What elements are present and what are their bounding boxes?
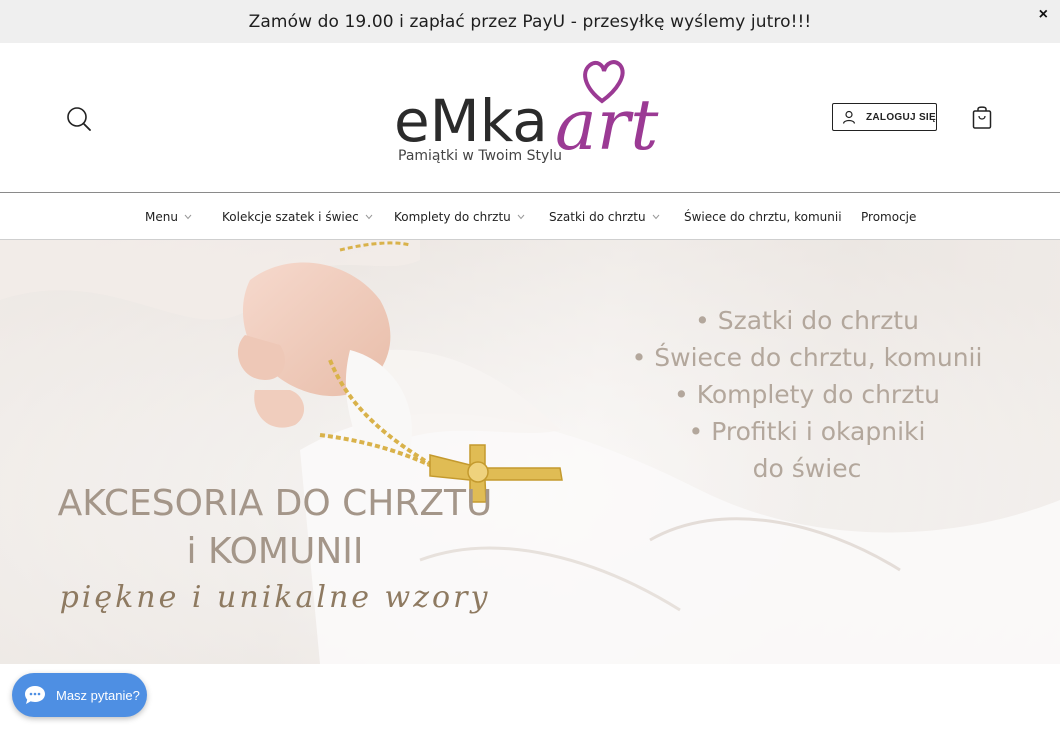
announcement-text: Zamów do 19.00 i zapłać przez PayU - prz… xyxy=(248,11,812,32)
hero-title: AKCESORIA DO CHRZTU i KOMUNII xyxy=(30,480,520,576)
login-button[interactable]: ZALOGUJ SIĘ xyxy=(832,103,937,131)
nav-item-komplety[interactable]: Komplety do chrztu xyxy=(394,193,525,240)
nav-item-label: Komplety do chrztu xyxy=(394,209,511,224)
nav-item-label: Szatki do chrztu xyxy=(549,209,646,224)
site-header: eMka art Pamiątki w Twoim Stylu ZALOGUJ … xyxy=(0,43,1060,192)
login-label: ZALOGUJ SIĘ xyxy=(866,111,936,123)
hero-list-item: • Komplety do chrztu xyxy=(674,380,940,409)
nav-item-label: Menu xyxy=(145,209,178,224)
hero-banner[interactable]: • Szatki do chrztu • Świece do chrztu, k… xyxy=(0,240,1060,664)
nav-item-label: Świece do chrztu, komunii xyxy=(684,209,842,224)
hero-list-item: • Profitki i okapniki xyxy=(688,417,926,446)
site-logo[interactable]: eMka art Pamiątki w Twoim Stylu xyxy=(390,53,670,183)
hero-product-list: • Szatki do chrztu • Świece do chrztu, k… xyxy=(600,302,1014,487)
nav-item-szatki[interactable]: Szatki do chrztu xyxy=(549,193,660,240)
nav-item-label: Promocje xyxy=(861,209,917,224)
hero-title-line1: AKCESORIA DO CHRZTU xyxy=(57,483,493,524)
hero-list-item: • Szatki do chrztu xyxy=(695,306,919,335)
hero-script-tagline: piękne i unikalne wzory xyxy=(59,580,491,615)
close-icon[interactable]: × xyxy=(1039,6,1048,24)
chevron-down-icon xyxy=(517,214,525,219)
chat-button[interactable]: Masz pytanie? xyxy=(12,673,147,717)
nav-item-menu[interactable]: Menu xyxy=(145,193,192,240)
chat-label: Masz pytanie? xyxy=(56,687,140,703)
search-icon[interactable] xyxy=(66,106,92,132)
hero-list-item: • Świece do chrztu, komunii xyxy=(631,343,983,372)
logo-tagline: Pamiątki w Twoim Stylu xyxy=(398,148,562,164)
nav-item-promocje[interactable]: Promocje xyxy=(861,193,916,240)
nav-item-swiece[interactable]: Świece do chrztu, komunii xyxy=(684,193,842,240)
logo-brand-part1: eMka xyxy=(394,87,548,155)
chevron-down-icon xyxy=(652,214,659,219)
main-navigation: Menu Kolekcje szatek i świec Komplety do… xyxy=(0,192,1060,240)
user-icon xyxy=(842,110,856,124)
nav-item-kolekcje[interactable]: Kolekcje szatek i świec xyxy=(222,193,373,240)
chevron-down-icon xyxy=(365,214,373,219)
shopping-bag-icon[interactable] xyxy=(971,104,993,130)
nav-item-label: Kolekcje szatek i świec xyxy=(222,209,359,224)
announcement-bar: Zamów do 19.00 i zapłać przez PayU - prz… xyxy=(0,0,1060,43)
hero-title-line2: i KOMUNII xyxy=(186,531,364,572)
chevron-down-icon xyxy=(184,214,192,219)
hero-list-item: do świec xyxy=(752,454,862,483)
chat-bubble-icon xyxy=(25,686,45,704)
